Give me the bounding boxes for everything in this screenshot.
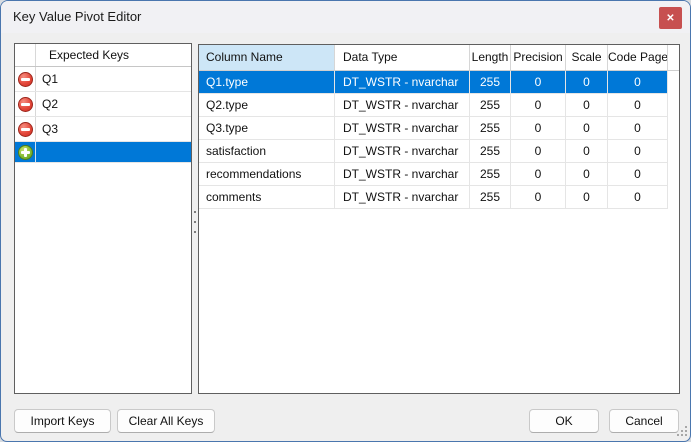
splitter-grip-dot (194, 221, 196, 223)
cell-data-type[interactable]: DT_WSTR - nvarchar (335, 186, 470, 208)
table-row[interactable]: Q2.type DT_WSTR - nvarchar 255 0 0 0 (199, 94, 668, 117)
cell-code-page[interactable]: 0 (608, 117, 668, 139)
add-key-icon[interactable] (17, 144, 33, 160)
cell-length[interactable]: 255 (470, 117, 511, 139)
clear-all-keys-button[interactable]: Clear All Keys (117, 409, 215, 433)
column-header-length[interactable]: Length (470, 45, 511, 70)
cell-data-type[interactable]: DT_WSTR - nvarchar (335, 71, 470, 93)
dialog-title: Key Value Pivot Editor (13, 9, 142, 24)
import-keys-button[interactable]: Import Keys (14, 409, 111, 433)
cell-code-page[interactable]: 0 (608, 71, 668, 93)
key-cell[interactable]: Q1 (36, 67, 191, 91)
grip-dot (677, 434, 679, 436)
columns-grid: Column Name Data Type Length Precision S… (198, 44, 680, 394)
cell-scale[interactable]: 0 (566, 71, 608, 93)
grip-dot (685, 434, 687, 436)
grip-dot (681, 434, 683, 436)
table-row[interactable]: satisfaction DT_WSTR - nvarchar 255 0 0 … (199, 140, 668, 163)
key-row-q3[interactable]: Q3 (15, 117, 191, 142)
cell-code-page[interactable]: 0 (608, 94, 668, 116)
cell-precision[interactable]: 0 (511, 140, 566, 162)
table-row[interactable]: Q1.type DT_WSTR - nvarchar 255 0 0 0 (199, 71, 668, 94)
cell-column-name[interactable]: recommendations (199, 163, 335, 185)
splitter-grip-dot (194, 211, 196, 213)
ok-button[interactable]: OK (529, 409, 599, 433)
cell-length[interactable]: 255 (470, 163, 511, 185)
expected-keys-header-row: Expected Keys (15, 44, 191, 67)
resize-grip[interactable] (675, 426, 687, 438)
cell-code-page[interactable]: 0 (608, 163, 668, 185)
key-cell[interactable]: Q3 (36, 117, 191, 141)
cell-data-type[interactable]: DT_WSTR - nvarchar (335, 163, 470, 185)
icon-column-header (15, 44, 36, 66)
cell-scale[interactable]: 0 (566, 140, 608, 162)
columns-grid-header-row: Column Name Data Type Length Precision S… (199, 45, 679, 71)
cell-scale[interactable]: 0 (566, 94, 608, 116)
cell-scale[interactable]: 0 (566, 163, 608, 185)
close-button[interactable]: ✕ (659, 7, 682, 29)
cell-column-name[interactable]: comments (199, 186, 335, 208)
cell-precision[interactable]: 0 (511, 186, 566, 208)
cell-length[interactable]: 255 (470, 71, 511, 93)
cell-code-page[interactable]: 0 (608, 186, 668, 208)
cell-data-type[interactable]: DT_WSTR - nvarchar (335, 94, 470, 116)
expected-keys-grid: Expected Keys Q1 Q2 Q3 (14, 43, 192, 394)
remove-key-icon[interactable] (17, 71, 33, 87)
cancel-button[interactable]: Cancel (609, 409, 679, 433)
column-header-precision[interactable]: Precision (511, 45, 566, 70)
cell-code-page[interactable]: 0 (608, 140, 668, 162)
cell-column-name[interactable]: Q1.type (199, 71, 335, 93)
key-row-q1[interactable]: Q1 (15, 67, 191, 92)
table-row[interactable]: comments DT_WSTR - nvarchar 255 0 0 0 (199, 186, 668, 209)
table-row[interactable]: recommendations DT_WSTR - nvarchar 255 0… (199, 163, 668, 186)
cell-precision[interactable]: 0 (511, 71, 566, 93)
column-header-code-page[interactable]: Code Page (608, 45, 668, 70)
new-key-row[interactable] (15, 142, 191, 163)
grip-dot (685, 426, 687, 428)
cell-length[interactable]: 255 (470, 94, 511, 116)
title-bar[interactable]: Key Value Pivot Editor ✕ (1, 1, 690, 33)
grip-dot (681, 430, 683, 432)
cell-length[interactable]: 255 (470, 140, 511, 162)
remove-key-icon[interactable] (17, 96, 33, 112)
remove-key-icon[interactable] (17, 121, 33, 137)
cell-data-type[interactable]: DT_WSTR - nvarchar (335, 117, 470, 139)
splitter-grip-dot (194, 231, 196, 233)
column-header-data-type[interactable]: Data Type (335, 45, 470, 70)
cell-column-name[interactable]: Q3.type (199, 117, 335, 139)
expected-keys-column-header[interactable]: Expected Keys (36, 44, 191, 66)
cell-scale[interactable]: 0 (566, 186, 608, 208)
cell-precision[interactable]: 0 (511, 163, 566, 185)
cell-column-name[interactable]: Q2.type (199, 94, 335, 116)
column-header-scale[interactable]: Scale (566, 45, 608, 70)
close-icon: ✕ (666, 12, 675, 24)
cell-length[interactable]: 255 (470, 186, 511, 208)
cell-column-name[interactable]: satisfaction (199, 140, 335, 162)
key-value-pivot-editor-dialog: Key Value Pivot Editor ✕ Expected Keys Q… (0, 0, 691, 442)
grip-dot (685, 430, 687, 432)
key-cell[interactable]: Q2 (36, 92, 191, 116)
cell-precision[interactable]: 0 (511, 94, 566, 116)
new-key-input-cell[interactable] (36, 142, 191, 162)
column-header-name[interactable]: Column Name (199, 45, 335, 70)
key-row-q2[interactable]: Q2 (15, 92, 191, 117)
cell-precision[interactable]: 0 (511, 117, 566, 139)
cell-scale[interactable]: 0 (566, 117, 608, 139)
table-row[interactable]: Q3.type DT_WSTR - nvarchar 255 0 0 0 (199, 117, 668, 140)
cell-data-type[interactable]: DT_WSTR - nvarchar (335, 140, 470, 162)
